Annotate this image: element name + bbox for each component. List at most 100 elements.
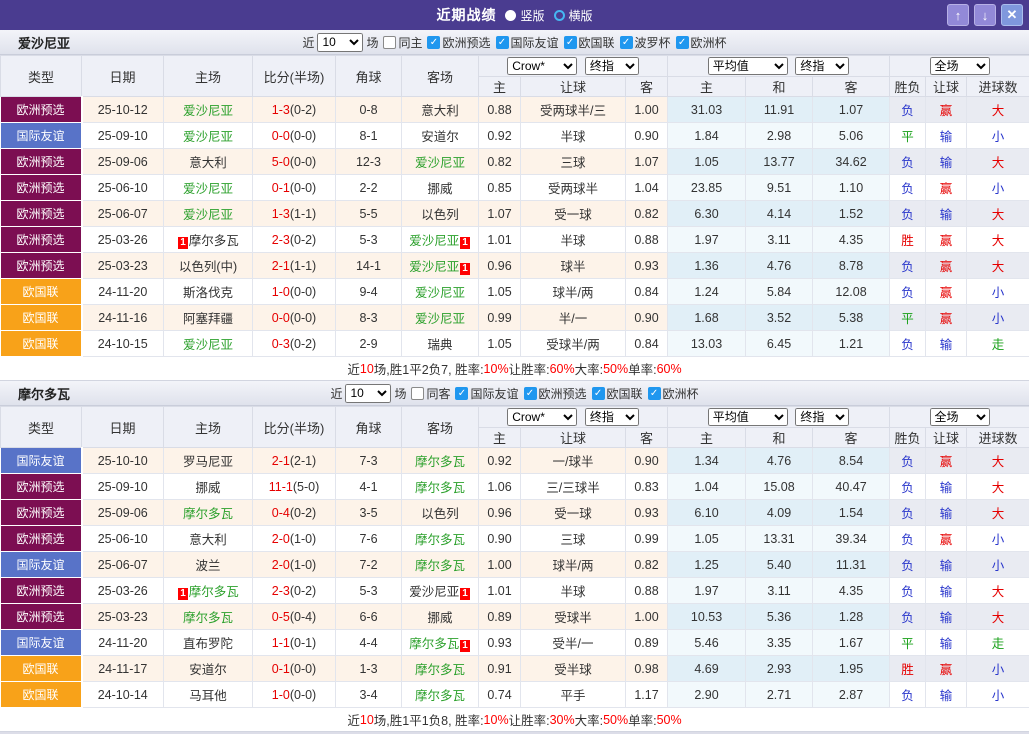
avg-away-odds: 1.07 [813,97,890,123]
arrow-up-icon: ↑ [955,8,962,23]
handicap-home-odds: 0.88 [479,97,521,123]
match-date: 25-09-10 [82,474,164,500]
scope-group-header: 全场 [890,56,1029,77]
competition-type: 欧国联 [1,682,82,708]
halftime-score: (0-0) [290,311,316,325]
sub-header-odds-draw: 和 [746,77,813,97]
away-team: 瑞典 [402,331,479,357]
avg-source-select[interactable]: 平均值 [708,57,788,75]
team-label: 摩尔多瓦 [415,689,465,703]
competition-checkbox[interactable]: ✓波罗杯 [620,34,671,51]
filters-bar: 近 10 场 同主 ✓欧洲预选✓国际友谊✓欧国联✓波罗杯✓欧洲杯 [302,33,726,52]
team-label: 意大利 [189,533,227,547]
handicap-line: 受球半/两 [521,331,626,357]
layout-horizontal-radio[interactable]: 横版 [554,7,593,24]
layout-vertical-label: 竖版 [520,7,544,24]
match-date: 25-09-06 [82,500,164,526]
away-team: 摩尔多瓦1 [402,630,479,656]
handicap-away-odds: 1.00 [626,97,668,123]
competition-checkbox[interactable]: ✓欧国联 [564,34,615,51]
layout-vertical-radio[interactable]: 竖版 [505,7,544,24]
team-label: 挪威 [195,481,220,495]
result-goals: 大 [967,578,1029,604]
same-venue-checkbox[interactable]: 同客 [411,385,450,402]
team-label: 摩尔多瓦 [183,611,233,625]
close-button[interactable]: ✕ [1001,4,1023,26]
handicap-time-select[interactable]: 终指 [585,408,639,426]
handicap-line: 球半/两 [521,279,626,305]
match-count-select[interactable]: 10 [345,384,391,403]
result-goals: 大 [967,149,1029,175]
handicap-away-odds: 0.98 [626,656,668,682]
scope-select[interactable]: 全场 [930,57,990,75]
section-header: 爱沙尼亚 近 10 场 同主 ✓欧洲预选✓国际友谊✓欧国联✓波罗杯✓欧洲杯 [0,30,1029,55]
scope-select[interactable]: 全场 [930,408,990,426]
avg-draw-odds: 4.14 [746,201,813,227]
avg-home-odds: 1.68 [668,305,746,331]
move-down-button[interactable]: ↓ [974,4,996,26]
avg-source-select[interactable]: 平均值 [708,408,788,426]
move-up-button[interactable]: ↑ [947,4,969,26]
result-goals: 小 [967,279,1029,305]
avg-away-odds: 11.31 [813,552,890,578]
sub-header-odds-home: 主 [668,428,746,448]
avg-away-odds: 34.62 [813,149,890,175]
handicap-line: 球半 [521,253,626,279]
competition-checkbox[interactable]: ✓欧洲预选 [427,34,490,51]
avg-draw-odds: 6.45 [746,331,813,357]
corner-score: 5-3 [336,227,402,253]
handicap-company-select[interactable]: Crow* [507,57,577,75]
competition-checkbox[interactable]: ✓欧国联 [592,385,643,402]
summary-row: 近10场,胜1平2负7, 胜率:10% 让胜率:60% 大率:50% 单率:60… [0,357,1029,381]
same-venue-checkbox[interactable]: 同主 [383,34,422,51]
avg-draw-odds: 4.76 [746,448,813,474]
match-row: 欧国联24-11-16阿塞拜疆0-0(0-0)8-3爱沙尼亚0.99半/一0.9… [1,305,1029,331]
same-venue-label: 同主 [398,34,422,51]
games-label: 场 [366,34,378,51]
avg-time-select[interactable]: 终指 [795,57,849,75]
competition-checkbox[interactable]: ✓欧洲杯 [676,34,727,51]
avg-draw-odds: 3.11 [746,578,813,604]
result-goals: 小 [967,305,1029,331]
away-team: 以色列 [402,201,479,227]
match-count-select[interactable]: 10 [317,33,363,52]
team-label: 阿塞拜疆 [183,312,233,326]
team-name: 爱沙尼亚 [18,33,70,52]
result-handicap: 赢 [926,175,967,201]
avg-time-select[interactable]: 终指 [795,408,849,426]
halftime-score: (0-0) [290,688,316,702]
handicap-home-odds: 1.00 [479,552,521,578]
team-label: 摩尔多瓦 [415,559,465,573]
fulltime-score: 5-0 [272,155,290,169]
halftime-score: (2-1) [290,454,316,468]
match-score: 2-0(1-0) [253,552,336,578]
match-row: 国际友谊25-06-07波兰2-0(1-0)7-2摩尔多瓦1.00球半/两0.8… [1,552,1029,578]
match-date: 25-10-10 [82,448,164,474]
col-header-date: 日期 [82,407,164,448]
competition-checkbox[interactable]: ✓国际友谊 [496,34,559,51]
competition-checkbox[interactable]: ✓欧洲预选 [524,385,587,402]
competition-label: 国际友谊 [470,385,518,402]
handicap-company-select[interactable]: Crow* [507,408,577,426]
match-row: 欧洲预选25-06-10意大利2-0(1-0)7-6摩尔多瓦0.90三球0.99… [1,526,1029,552]
avg-draw-odds: 11.91 [746,97,813,123]
fulltime-score: 1-0 [272,285,290,299]
competition-type: 欧国联 [1,656,82,682]
col-header-corner: 角球 [336,407,402,448]
home-team: 波兰 [164,552,253,578]
result-goals: 大 [967,604,1029,630]
away-team: 摩尔多瓦 [402,448,479,474]
handicap-line: 一/球半 [521,448,626,474]
match-score: 2-1(2-1) [253,448,336,474]
summary-value: 60% [657,362,682,376]
competition-checkbox[interactable]: ✓欧洲杯 [648,385,699,402]
sub-header-handicap-away: 客 [626,77,668,97]
sub-header-handicap-away: 客 [626,428,668,448]
handicap-group-header: Crow* 终指 [479,407,668,428]
home-team: 马耳他 [164,682,253,708]
summary-text: 让胜率: [509,359,550,378]
competition-checkbox[interactable]: ✓国际友谊 [455,385,518,402]
handicap-time-select[interactable]: 终指 [585,57,639,75]
sub-header-odds-away: 客 [813,77,890,97]
checkbox-checked-icon: ✓ [676,36,689,49]
